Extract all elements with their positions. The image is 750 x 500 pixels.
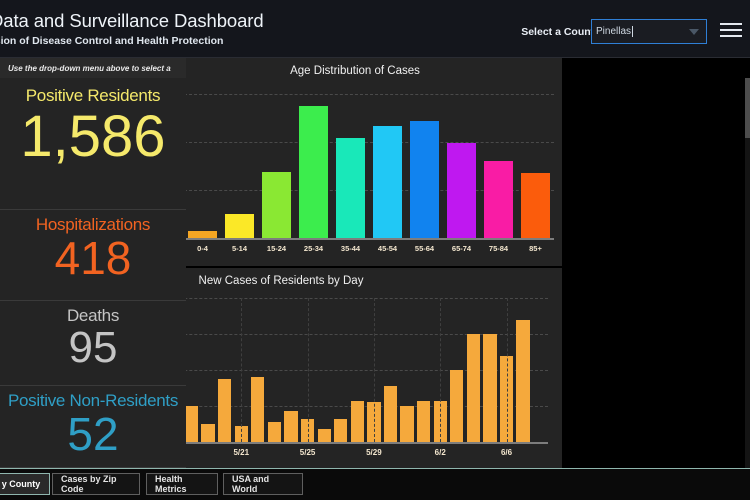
metric-card: Positive Residents1,586 [0,78,186,210]
chart-bar[interactable] [410,121,439,238]
x-axis-tick-label: 45-54 [369,244,406,253]
x-axis-tick-label: 5-14 [221,244,258,253]
x-axis-tick-label: 65-74 [443,244,480,253]
metric-value: 95 [0,326,186,370]
x-axis-tick-label: 5/21 [219,448,263,457]
page-subtitle: vision of Disease Control and Health Pro… [0,35,223,47]
metric-card: Hospitalizations418 [0,210,186,301]
age-distribution-chart-panel: Age Distribution of Cases 01002003000-45… [148,58,562,266]
grid-line [184,142,554,143]
chart-bar[interactable] [450,370,463,442]
x-axis-tick-label: 25-34 [295,244,332,253]
x-axis-line [184,238,554,240]
chart-bar[interactable] [373,126,402,238]
right-column-scrollbar[interactable] [745,78,750,468]
grid-line [308,298,309,442]
grid-line [507,298,508,442]
chart-bar[interactable] [400,406,413,442]
dashboard-stage: Cases by Male: 672 Female: 914 Median Ag… [0,58,750,468]
age-chart-plot: 01002003000-45-1415-2425-3435-4445-5455-… [148,80,562,266]
tab-y-county[interactable]: y County [0,473,50,495]
chart-bar[interactable] [447,143,476,238]
chevron-down-icon[interactable] [689,29,699,35]
grid-line [184,94,554,95]
metric-value: 418 [0,235,186,281]
chart-bar[interactable] [467,334,480,442]
metric-value: 52 [0,411,186,457]
chart-bar[interactable] [516,320,529,442]
grid-line [241,298,242,442]
chart-bar[interactable] [334,419,347,442]
x-axis-tick-label: 6/2 [418,448,462,457]
hamburger-bar [720,29,742,31]
app-header: Data and Surveillance Dashboard vision o… [0,0,750,58]
chart-bar[interactable] [268,422,281,442]
county-select-label: Select a County [521,26,600,38]
chart-bar[interactable] [251,377,264,442]
page-title: Data and Surveillance Dashboard [0,10,264,32]
dashboard-root: Data and Surveillance Dashboard vision o… [0,0,750,500]
chart-bar[interactable] [218,379,231,442]
county-select-value: Pinellas [596,26,631,37]
x-axis-tick-label: 85+ [517,244,554,253]
x-axis-tick-label: 15-24 [258,244,295,253]
chart-bar[interactable] [483,334,496,442]
chart-bar[interactable] [185,406,198,442]
chart-bar[interactable] [188,231,217,238]
chart-bar[interactable] [384,386,397,442]
x-axis-tick-label: 5/29 [352,448,396,457]
metric-card: Positive Non-Residents52 [0,386,186,468]
metric-label: Positive Residents [0,78,186,106]
x-axis-tick-label: 55-64 [406,244,443,253]
grid-line [374,298,375,442]
county-select-input[interactable]: Pinellas [591,19,707,44]
chart-bar[interactable] [299,106,328,238]
x-axis-tick-label: 35-44 [332,244,369,253]
chart-bar[interactable] [284,411,297,442]
right-stats-column: Use the drop-down menu above to select a… [0,58,186,468]
x-axis-tick-label: 75-84 [480,244,517,253]
tab-health-metrics[interactable]: Health Metrics [146,473,218,495]
metric-value: 1,586 [0,108,186,166]
chart-bar[interactable] [417,401,430,442]
chart-bar[interactable] [318,429,331,442]
chart-bar[interactable] [262,172,291,238]
chart-bar[interactable] [521,173,550,238]
scrollbar-thumb[interactable] [745,78,750,138]
hamburger-bar [720,23,742,25]
bottom-tab-bar: y CountyCases by Zip Code Health MetricsU… [0,468,750,500]
hamburger-menu-icon[interactable] [720,19,742,41]
chart-bar[interactable] [484,161,513,238]
chart-bar[interactable] [225,214,254,238]
hamburger-bar [720,35,742,37]
x-axis-tick-label: 5/25 [286,448,330,457]
tab-usa-and-world[interactable]: USA and World [223,473,303,495]
x-axis-tick-label: 0-4 [184,244,221,253]
chart-bar[interactable] [336,138,365,238]
metric-card: Deaths95 [0,301,186,386]
grid-line [440,298,441,442]
age-chart-title: Age Distribution of Cases [148,58,562,77]
dropdown-hint-text: Use the drop-down menu above to select a [0,58,186,78]
chart-bar[interactable] [201,424,214,442]
tab-cases-by-zip-code[interactable]: Cases by Zip Code [52,473,140,495]
chart-bar[interactable] [351,401,364,442]
text-caret [632,26,633,37]
x-axis-tick-label: 6/6 [485,448,529,457]
